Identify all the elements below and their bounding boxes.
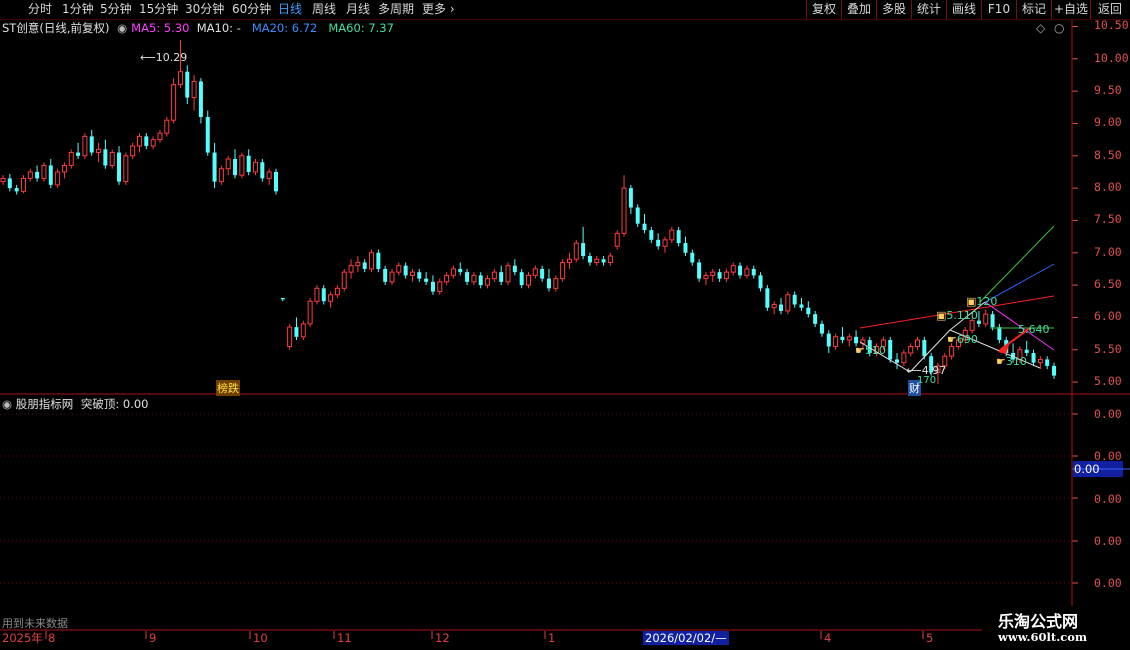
signal-value: 510 — [864, 344, 886, 357]
box-icon: ▣ — [966, 295, 977, 308]
indicator-axis-label: 0.00 — [1094, 492, 1122, 506]
signal-value: 120 — [976, 295, 998, 308]
future-data-note: 用到未来数据 — [2, 617, 68, 630]
indicator-value: 0.00 — [122, 397, 149, 411]
price-axis-label: 9.00 — [1094, 115, 1122, 130]
indicator-current-value: 0.00 — [1074, 462, 1100, 476]
price-axis-label: 10.00 — [1094, 50, 1129, 65]
indicator-label: 突破顶: — [80, 397, 120, 411]
indicator-name: 股朋指标网 — [15, 397, 74, 411]
signal-value: 310 — [1005, 355, 1027, 368]
indicator-axis-label: 0.00 — [1094, 449, 1122, 463]
arrow-head-icon — [998, 342, 1010, 354]
price-axis-label: 5.00 — [1094, 374, 1122, 389]
toggle-icon[interactable]: ◉ — [2, 397, 12, 411]
indicator-axis-label: 0.00 — [1094, 576, 1122, 590]
high-value: 10.29 — [155, 51, 188, 64]
hand-icon: ☛ — [855, 344, 865, 357]
hand-icon: ☛ — [996, 355, 1006, 368]
watermark: 乐淘公式网 www.60lt.com — [982, 606, 1130, 650]
price-axis-label: 8.50 — [1094, 147, 1122, 162]
signal-label: ▣120 — [966, 295, 997, 308]
signal-label: 170 — [917, 375, 937, 386]
trend-overlay — [859, 225, 1055, 373]
price-axis-label: 5.50 — [1094, 341, 1122, 356]
price-axis-label: 10.50 — [1094, 18, 1129, 33]
indicator-axis-label: 0.00 — [1094, 534, 1122, 548]
indicator-axis-label: 0.00 — [1094, 407, 1122, 421]
box-icon: ▣ — [936, 309, 947, 322]
watermark-url: www.60lt.com — [998, 630, 1088, 644]
price-axis-label: 9.50 — [1094, 83, 1122, 98]
price-axis-label: 6.50 — [1094, 277, 1122, 292]
price-axis-label: 8.00 — [1094, 180, 1122, 195]
date-ticks — [45, 631, 924, 639]
price-axis-label: 7.50 — [1094, 212, 1122, 227]
high-marker: ⟵10.29 — [140, 51, 188, 64]
hand-icon: ☛ — [947, 333, 957, 346]
trend-line-green — [979, 225, 1055, 303]
signal-value: 690 — [956, 333, 978, 346]
signal-label: 5.640 — [1018, 323, 1050, 336]
price-axis-label: 6.00 — [1094, 309, 1122, 324]
bangdie-badge[interactable]: 榜跌 — [216, 380, 240, 396]
signal-label: ▣5.110 — [936, 309, 978, 322]
signal-label: ☛510 — [855, 344, 886, 357]
indicator-header: ◉ 股朋指标网 突破顶: 0.00 — [2, 396, 149, 412]
signal-label: ☛310 — [996, 355, 1027, 368]
watermark-title: 乐淘公式网 — [998, 612, 1079, 631]
signal-label: ☛690 — [947, 333, 978, 346]
price-axis-label: 7.00 — [1094, 244, 1122, 259]
signal-value: 5.110 — [946, 309, 978, 322]
